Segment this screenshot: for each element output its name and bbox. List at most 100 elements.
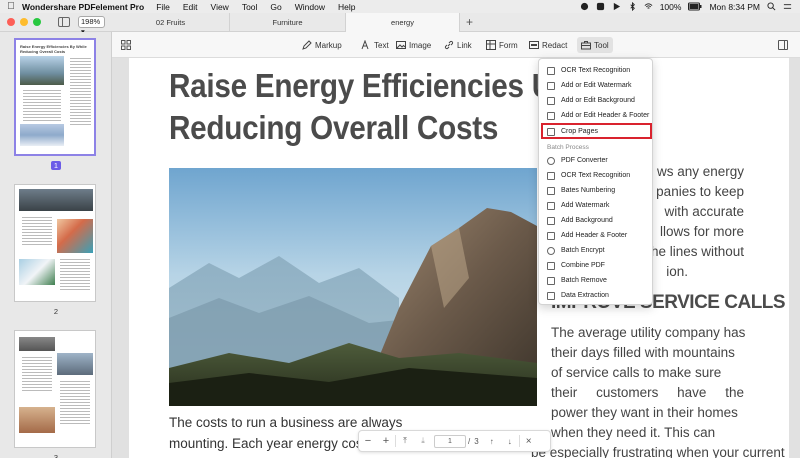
menu-item-add-edit-watermark[interactable]: Add or Edit Watermark: [539, 78, 654, 93]
image-button[interactable]: Image: [396, 37, 431, 53]
last-page-icon[interactable]: ↓: [501, 437, 519, 446]
menu-view[interactable]: View: [211, 2, 229, 12]
para-word[interactable]: have: [677, 383, 706, 403]
menu-tool[interactable]: Tool: [242, 2, 258, 12]
menu-item-pdf-converter[interactable]: PDF Converter: [539, 153, 654, 168]
thumbnail-image: [19, 407, 55, 433]
menu-item-crop-pages[interactable]: Crop Pages: [539, 124, 654, 139]
clock[interactable]: Mon 8:34 PM: [709, 2, 760, 12]
body-fragment[interactable]: panies to keep: [656, 182, 744, 202]
zoom-out-button[interactable]: −: [359, 435, 377, 447]
menu-item-data-extraction[interactable]: Data Extraction: [539, 288, 654, 303]
text-button[interactable]: Text: [361, 37, 389, 53]
tab-energy[interactable]: energy: [346, 13, 460, 32]
menu-item-label: Batch Remove: [561, 277, 607, 284]
para-text[interactable]: when they need it. This can: [551, 423, 715, 443]
first-page-icon[interactable]: ⤒: [396, 436, 414, 446]
menu-item-add-background[interactable]: Add Background: [539, 213, 654, 228]
app-name[interactable]: Wondershare PDFelement Pro: [22, 2, 144, 12]
page-thumbnail-2[interactable]: [14, 184, 96, 302]
para-text[interactable]: The average utility company has: [551, 323, 745, 343]
menu-item-add-watermark[interactable]: Add Watermark: [539, 198, 654, 213]
markup-button[interactable]: Markup: [302, 37, 342, 53]
para-line: power they want in their homes: [551, 403, 744, 423]
menu-help[interactable]: Help: [338, 2, 355, 12]
battery-icon[interactable]: [688, 2, 702, 11]
menu-item-batch-encrypt[interactable]: Batch Encrypt: [539, 243, 654, 258]
zoom-select[interactable]: 198% ▾: [78, 16, 105, 36]
document-title[interactable]: Raise Energy Efficiencies Up Reducing Ov…: [169, 65, 571, 149]
creative-cloud-icon[interactable]: [580, 2, 589, 11]
para-text[interactable]: power they want in their homes: [551, 403, 738, 423]
apple-icon[interactable]: : [0, 1, 22, 12]
sidebar-toggle-icon[interactable]: [58, 17, 70, 27]
menu-item-batch-ocr[interactable]: OCR Text Recognition: [539, 168, 654, 183]
page-number-input[interactable]: 1: [434, 434, 466, 448]
menu-item-batch-remove[interactable]: Batch Remove: [539, 273, 654, 288]
pdf-page[interactable]: Raise Energy Efficiencies Up Reducing Ov…: [129, 58, 789, 458]
redact-icon: [529, 41, 539, 49]
play-icon[interactable]: [612, 2, 621, 11]
close-nav-button[interactable]: ×: [520, 436, 538, 447]
body-fragment[interactable]: with accurate: [664, 202, 744, 222]
previous-page-icon[interactable]: ⤓: [414, 436, 432, 446]
para-text[interactable]: their days filled with mountains: [551, 343, 735, 363]
thumbnail-image: [57, 353, 93, 375]
menu-item-label: Add Background: [561, 217, 613, 224]
menu-edit[interactable]: Edit: [183, 2, 198, 12]
data-extraction-icon: [547, 291, 555, 300]
zoom-in-button[interactable]: +: [377, 435, 395, 447]
menu-item-add-edit-header-footer[interactable]: Add or Edit Header & Footer: [539, 108, 654, 123]
body-fragment[interactable]: ion.: [666, 262, 688, 282]
menu-item-add-header-footer[interactable]: Add Header & Footer: [539, 228, 654, 243]
mountain-landscape-image: [169, 168, 537, 406]
close-window-button[interactable]: [7, 18, 15, 26]
right-panel-toggle-icon[interactable]: [778, 40, 788, 50]
add-tab-button[interactable]: +: [466, 15, 473, 29]
menu-window[interactable]: Window: [295, 2, 325, 12]
link-button[interactable]: Link: [444, 37, 472, 53]
tool-button[interactable]: Tool: [577, 37, 613, 53]
title-line-2[interactable]: Reducing Overall Costs: [169, 107, 547, 149]
para-word[interactable]: customers: [596, 383, 658, 403]
para-text[interactable]: of service calls to make sure: [551, 363, 721, 383]
tab-furniture[interactable]: Furniture: [230, 13, 346, 32]
para-word[interactable]: the: [725, 383, 744, 403]
minimize-window-button[interactable]: [20, 18, 28, 26]
menu-item-add-edit-background[interactable]: Add or Edit Background: [539, 93, 654, 108]
wondershare-icon[interactable]: [596, 2, 605, 11]
right-paragraph[interactable]: The average utility company has their da…: [531, 323, 785, 458]
spotlight-search-icon[interactable]: [767, 2, 776, 11]
wifi-icon[interactable]: [644, 2, 653, 11]
menu-go[interactable]: Go: [270, 2, 281, 12]
menu-item-label: Add or Edit Header & Footer: [561, 112, 650, 119]
page-thumbnail-3[interactable]: [14, 330, 96, 448]
page-thumbnail-1[interactable]: Raise Energy Efficiencies By While Reduc…: [14, 38, 96, 156]
remove-icon: [547, 276, 555, 285]
tab-02-fruits[interactable]: 02 Fruits: [112, 13, 230, 32]
title-line-1[interactable]: Raise Energy Efficiencies Up: [169, 65, 571, 107]
control-center-icon[interactable]: [783, 2, 792, 11]
toolbox-icon: [581, 41, 591, 50]
body-fragment[interactable]: ws any energy: [657, 162, 744, 182]
menu-item-ocr-text-recognition[interactable]: OCR Text Recognition: [539, 63, 654, 78]
next-page-icon[interactable]: ↑: [483, 437, 501, 446]
para-word[interactable]: their: [551, 383, 577, 403]
body-fragment[interactable]: llows for more: [660, 222, 744, 242]
para-text[interactable]: be especially frustrating when your curr…: [531, 443, 785, 458]
thumbnail-title: Raise Energy Efficiencies By While Reduc…: [20, 44, 87, 54]
menu-item-combine-pdf[interactable]: Combine PDF: [539, 258, 654, 273]
bluetooth-icon[interactable]: [628, 2, 637, 11]
menu-file[interactable]: File: [156, 2, 170, 12]
grid-view-icon[interactable]: [121, 40, 131, 50]
thumbnail-text-lines: [57, 257, 93, 292]
page-number-2: 2: [53, 307, 59, 316]
redact-button[interactable]: Redact: [529, 37, 567, 53]
menu-item-bates-numbering[interactable]: Bates Numbering: [539, 183, 654, 198]
mountain-photo[interactable]: [169, 168, 537, 406]
thumbnail-text-lines: [19, 215, 55, 247]
maximize-window-button[interactable]: [33, 18, 41, 26]
body-fragment[interactable]: the lines without: [647, 242, 744, 262]
document-area[interactable]: Raise Energy Efficiencies Up Reducing Ov…: [112, 58, 800, 458]
form-button[interactable]: Form: [486, 37, 518, 53]
